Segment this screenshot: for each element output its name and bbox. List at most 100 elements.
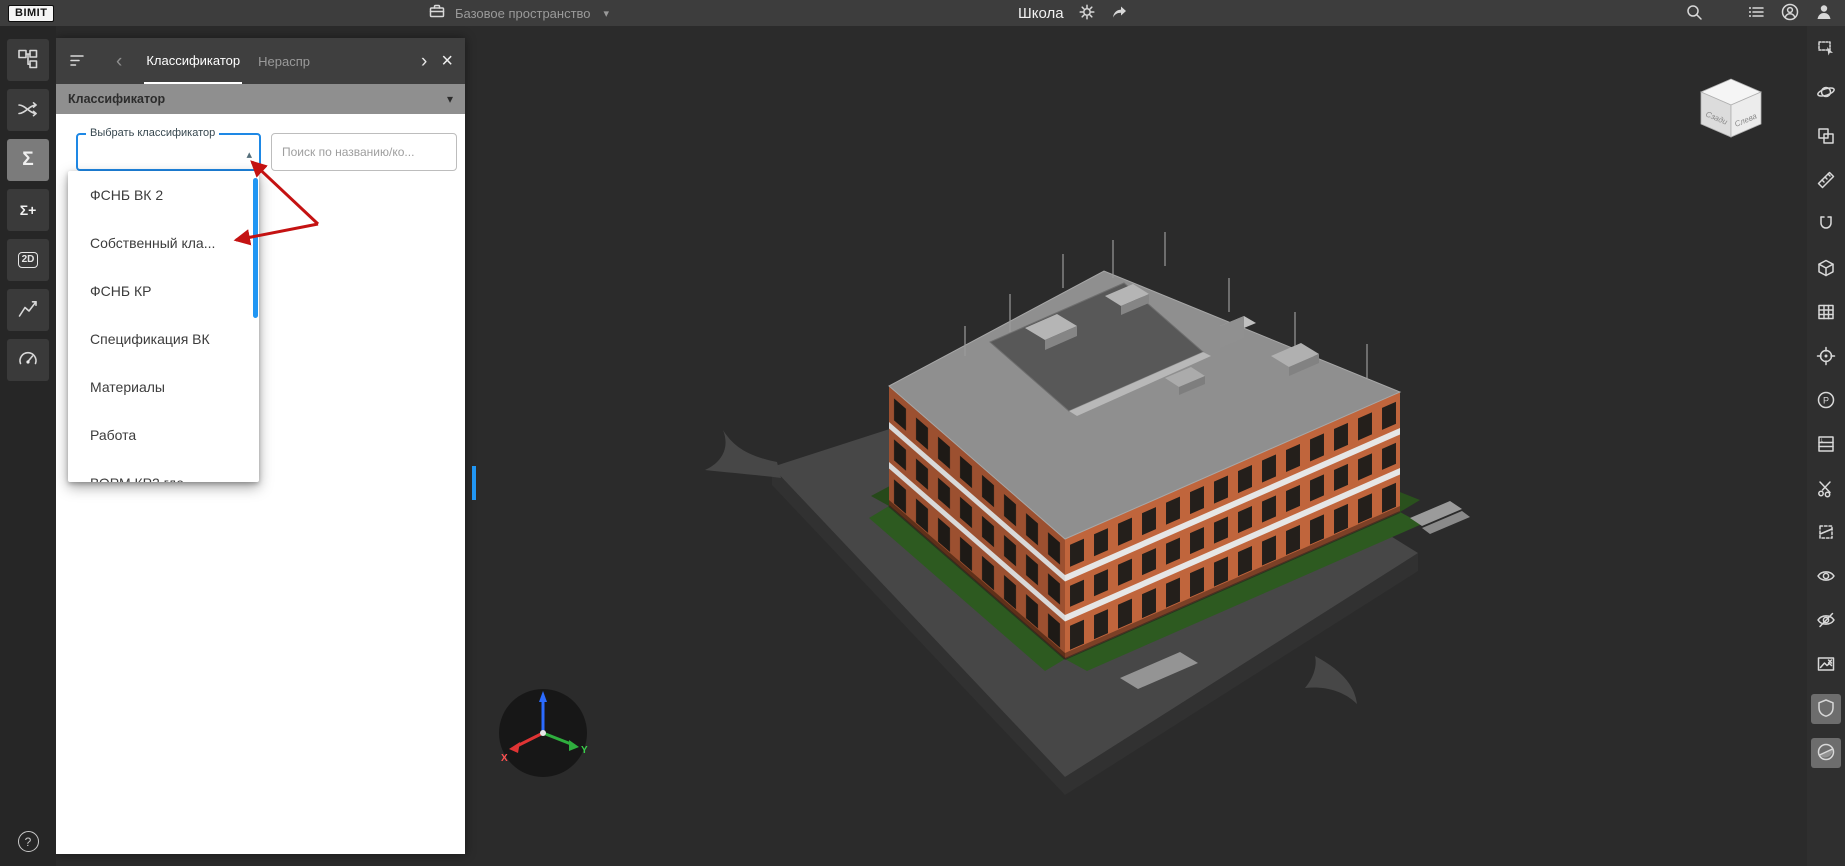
classifier-search-input[interactable] — [282, 145, 446, 159]
classifier-panel: ‹ Классификатор Нераспр › × Классификато… — [56, 38, 465, 854]
tabs-prev-button[interactable]: ‹ — [116, 52, 122, 71]
classifier-section-header[interactable]: Классификатор ▾ — [56, 84, 465, 114]
dropdown-option[interactable]: Спецификация ВК — [68, 315, 259, 363]
tool-clip-box-button[interactable] — [1811, 518, 1841, 548]
tab-classifier[interactable]: Классификатор — [144, 38, 242, 84]
sort-button[interactable] — [68, 51, 86, 72]
list-icon — [1747, 3, 1765, 24]
panel-header: ‹ Классификатор Нераспр › × — [56, 38, 465, 84]
share-icon — [1110, 3, 1128, 24]
sigma-icon: Σ — [22, 149, 33, 171]
panel-resize-indicator[interactable] — [472, 466, 476, 500]
ruler-icon — [1816, 170, 1836, 193]
share-button[interactable] — [1110, 3, 1128, 24]
app-logo: BIMIT — [8, 5, 54, 22]
briefcase-icon — [428, 2, 446, 25]
chevron-down-icon: ▾ — [604, 7, 610, 20]
workspace-switcher[interactable]: Базовое пространство ▾ — [428, 0, 609, 26]
model-tree-button[interactable] — [7, 39, 49, 81]
svg-text:1: 1 — [1821, 437, 1824, 442]
select-box-icon — [1816, 38, 1836, 61]
clip-box-icon — [1816, 522, 1836, 545]
tool-cube-button[interactable] — [1811, 254, 1841, 284]
help-icon: ? — [25, 835, 32, 849]
user-button[interactable] — [1815, 3, 1833, 24]
classifier-form-row: Выбрать классификатор ▴ — [56, 114, 465, 171]
sum-add-button[interactable]: Σ+ — [7, 189, 49, 231]
numbered-list-icon: 1 — [1816, 434, 1836, 457]
tool-section-plane-button[interactable] — [1811, 738, 1841, 768]
orbit-icon — [1816, 82, 1836, 105]
sigma-plus-icon: Σ+ — [20, 202, 37, 218]
tool-snap-button[interactable] — [1811, 210, 1841, 240]
tool-label-button[interactable]: P — [1811, 386, 1841, 416]
tool-hide-button[interactable] — [1811, 606, 1841, 636]
tool-select-box-button[interactable] — [1811, 34, 1841, 64]
image-x-icon — [1816, 654, 1836, 677]
axis-gizmo[interactable]: X Y — [495, 685, 591, 786]
building-model — [465, 26, 1807, 866]
section-collapse-chevron-icon[interactable]: ▾ — [447, 92, 453, 106]
gauge-icon — [17, 348, 39, 373]
svg-text:P: P — [1823, 395, 1829, 405]
project-title-group: Школа — [1018, 0, 1128, 26]
classifier-select[interactable]: Выбрать классификатор ▴ — [76, 133, 261, 171]
workspace-label: Базовое пространство — [455, 6, 591, 21]
classifier-dropdown-menu: ФСНБ ВК 2 Собственный кла... ФСНБ КР Спе… — [68, 171, 259, 482]
sort-icon — [68, 51, 86, 72]
gear-icon — [1078, 3, 1096, 24]
y-axis-label: Y — [581, 745, 588, 756]
tool-copy-button[interactable] — [1811, 122, 1841, 152]
right-toolbar: P 1 — [1807, 26, 1845, 866]
classifier-search-field — [271, 133, 457, 171]
dropdown-option[interactable]: ФСНБ КР — [68, 267, 259, 315]
tool-numbered-section-button[interactable]: 1 — [1811, 430, 1841, 460]
dropdown-option[interactable]: Материалы — [68, 363, 259, 411]
tab-unallocated[interactable]: Нераспр — [258, 38, 310, 84]
focus-target-icon — [1816, 346, 1836, 369]
account-circle-icon — [1781, 3, 1799, 24]
account-button[interactable] — [1781, 3, 1799, 24]
person-icon — [1815, 3, 1833, 24]
cube-icon — [1816, 258, 1836, 281]
2d-icon: 2D — [18, 252, 39, 268]
magnet-icon — [1816, 214, 1836, 237]
connections-button[interactable] — [7, 89, 49, 131]
scissors-icon — [1816, 478, 1836, 501]
model-tree-icon — [17, 48, 39, 73]
tabs-next-button[interactable]: › — [421, 52, 427, 71]
dashboard-button[interactable] — [7, 339, 49, 381]
eye-icon — [1816, 566, 1836, 589]
connections-icon — [17, 98, 39, 123]
tool-measure-button[interactable] — [1811, 166, 1841, 196]
viewport-3d[interactable]: Сзади Слева X Y — [465, 26, 1807, 866]
tool-focus-button[interactable] — [1811, 342, 1841, 372]
tool-filter-shield-button[interactable] — [1811, 694, 1841, 724]
section-plane-icon — [1816, 742, 1836, 765]
project-title: Школа — [1018, 5, 1064, 22]
tool-grid-button[interactable] — [1811, 298, 1841, 328]
eye-off-icon — [1816, 610, 1836, 633]
tool-image-button[interactable] — [1811, 650, 1841, 680]
tool-show-button[interactable] — [1811, 562, 1841, 592]
menu-list-button[interactable] — [1747, 3, 1765, 24]
select-caret-icon: ▴ — [246, 148, 252, 161]
search-button[interactable] — [1685, 3, 1703, 24]
settings-button[interactable] — [1078, 3, 1096, 24]
topbar: BIMIT Базовое пространство ▾ Школа — [0, 0, 1845, 26]
dropdown-option[interactable]: Собственный кла... — [68, 219, 259, 267]
search-icon — [1685, 3, 1703, 24]
sum-button[interactable]: Σ — [7, 139, 49, 181]
dropdown-option[interactable]: ФСНБ ВК 2 — [68, 171, 259, 219]
tool-orbit-button[interactable] — [1811, 78, 1841, 108]
help-button[interactable]: ? — [18, 831, 39, 852]
tool-cut-button[interactable] — [1811, 474, 1841, 504]
view-2d-button[interactable]: 2D — [7, 239, 49, 281]
view-cube[interactable]: Сзади Слева — [1689, 72, 1773, 149]
dropdown-scrollbar[interactable] — [253, 178, 258, 318]
dropdown-option[interactable]: ВОРМ КР2 где — [68, 459, 259, 482]
analytics-button[interactable] — [7, 289, 49, 331]
dropdown-option[interactable]: Работа — [68, 411, 259, 459]
copy-icon — [1816, 126, 1836, 149]
close-panel-button[interactable]: × — [441, 51, 453, 71]
